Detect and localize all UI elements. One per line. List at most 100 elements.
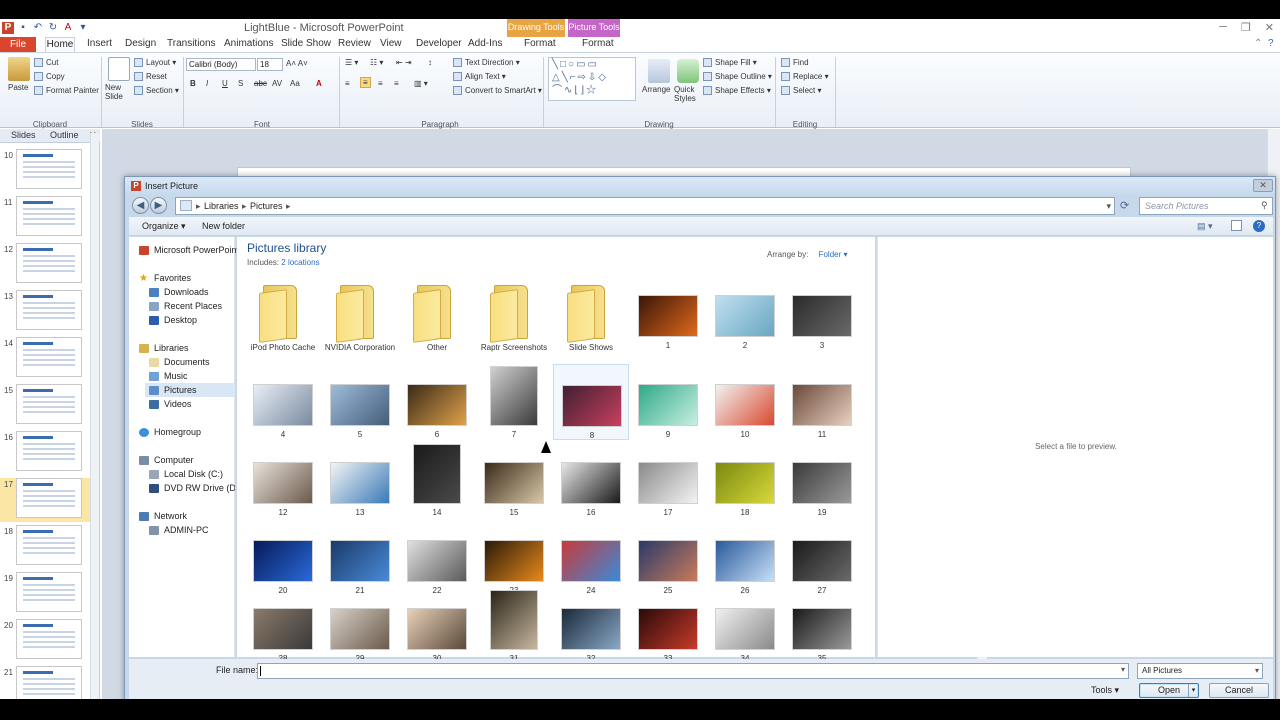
maximize-icon[interactable]: ❐: [1241, 21, 1251, 34]
picture-item[interactable]: 15: [476, 442, 552, 518]
cancel-button[interactable]: Cancel: [1209, 683, 1269, 698]
find-button[interactable]: Find: [781, 58, 809, 68]
tab-insert[interactable]: Insert: [87, 38, 112, 49]
text-direction-button[interactable]: Text Direction ▾: [453, 58, 520, 68]
picture-item[interactable]: 33: [630, 588, 706, 664]
numbering-button[interactable]: ☷ ▾: [370, 58, 383, 67]
save-icon[interactable]: ▪: [17, 22, 29, 34]
nav-local-disk[interactable]: Local Disk (C:): [149, 469, 223, 480]
slide-thumbnail[interactable]: 19: [0, 572, 92, 616]
picture-item[interactable]: 26: [707, 520, 783, 596]
bullets-button[interactable]: ☰ ▾: [345, 58, 358, 67]
quick-styles-icon[interactable]: [677, 59, 699, 83]
breadcrumb-pictures[interactable]: Pictures: [250, 201, 283, 211]
breadcrumb-libraries[interactable]: Libraries: [204, 201, 239, 211]
tab-slide-show[interactable]: Slide Show: [281, 38, 331, 49]
picture-item[interactable]: 22: [399, 520, 475, 596]
cut-button[interactable]: Cut: [34, 58, 58, 68]
nav-homegroup[interactable]: Homegroup: [139, 427, 201, 438]
reset-button[interactable]: Reset: [134, 72, 167, 82]
picture-item[interactable]: 23: [476, 520, 552, 596]
undo-icon[interactable]: ↶: [32, 22, 44, 34]
slide-thumbnail[interactable]: 12: [0, 243, 92, 287]
nav-dvd-drive[interactable]: DVD RW Drive (D:) C: [149, 483, 235, 494]
help-icon[interactable]: ?: [1253, 220, 1265, 232]
nav-computer[interactable]: Computer: [139, 455, 194, 466]
layout-button[interactable]: Layout ▾: [134, 58, 176, 68]
slide-thumbnail[interactable]: 15: [0, 384, 92, 428]
nav-desktop[interactable]: Desktop: [149, 315, 197, 326]
folder-item[interactable]: Slide Shows: [553, 275, 629, 352]
align-right-button[interactable]: ≡: [378, 79, 383, 88]
picture-item[interactable]: 11: [784, 364, 860, 440]
tab-slides[interactable]: Slides: [11, 130, 36, 140]
shadow-button[interactable]: S: [238, 79, 243, 88]
collapse-ribbon-icon[interactable]: ⌃: [1254, 38, 1262, 49]
tools-button[interactable]: Tools ▾: [1091, 685, 1119, 696]
folder-item[interactable]: Raptr Screenshots: [476, 275, 552, 352]
indent-buttons[interactable]: ⇤ ⇥: [396, 58, 412, 67]
line-spacing-button[interactable]: ↕: [428, 58, 432, 67]
search-input[interactable]: Search Pictures: [1139, 197, 1273, 215]
address-dropdown-icon[interactable]: ▾: [1106, 201, 1111, 212]
file-name-dropdown-icon[interactable]: ▾: [1121, 665, 1125, 674]
italic-button[interactable]: I: [206, 79, 208, 88]
paste-button[interactable]: Paste: [8, 83, 28, 92]
picture-item[interactable]: 32: [553, 588, 629, 664]
tab-view[interactable]: View: [380, 38, 402, 49]
copy-button[interactable]: Copy: [34, 72, 65, 82]
picture-item[interactable]: 6: [399, 364, 475, 440]
section-button[interactable]: Section ▾: [134, 86, 179, 96]
file-name-input[interactable]: ▾: [257, 663, 1129, 679]
slides-pane-scrollbar[interactable]: [90, 133, 99, 717]
quick-styles-button[interactable]: Quick Styles: [674, 85, 702, 103]
open-button[interactable]: Open ▾: [1139, 683, 1199, 698]
font-color-icon[interactable]: A: [62, 22, 74, 34]
picture-item[interactable]: 20: [245, 520, 321, 596]
picture-item[interactable]: 5: [322, 364, 398, 440]
tab-format-picture[interactable]: Format: [582, 38, 614, 49]
nav-downloads[interactable]: Downloads: [149, 287, 209, 298]
powerpoint-logo-icon[interactable]: P: [2, 22, 14, 34]
tab-design[interactable]: Design: [125, 38, 156, 49]
tab-transitions[interactable]: Transitions: [167, 38, 216, 49]
picture-item[interactable]: 9: [630, 364, 706, 440]
open-dropdown-icon[interactable]: ▾: [1188, 684, 1198, 697]
strikethrough-button[interactable]: abc: [254, 79, 267, 88]
change-case-button[interactable]: Aa: [290, 79, 300, 88]
slide-thumbnail[interactable]: 20: [0, 619, 92, 663]
picture-item[interactable]: 7: [476, 364, 552, 440]
underline-button[interactable]: U: [222, 79, 228, 88]
picture-item[interactable]: 10: [707, 364, 783, 440]
picture-item[interactable]: 28: [245, 588, 321, 664]
slide-thumbnail[interactable]: 14: [0, 337, 92, 381]
picture-item[interactable]: 35: [784, 588, 860, 664]
picture-item[interactable]: 4: [245, 364, 321, 440]
picture-item[interactable]: 21: [322, 520, 398, 596]
new-slide-button[interactable]: New Slide: [105, 83, 131, 101]
shape-effects-button[interactable]: Shape Effects ▾: [703, 86, 771, 96]
nav-microsoft-powerpoint[interactable]: Microsoft PowerPoint: [139, 245, 239, 256]
picture-item[interactable]: 2: [707, 275, 783, 351]
char-spacing-button[interactable]: AV: [272, 79, 282, 88]
arrange-button[interactable]: Arrange: [642, 85, 670, 94]
tab-developer[interactable]: Developer: [416, 38, 462, 49]
picture-item[interactable]: 34: [707, 588, 783, 664]
picture-item[interactable]: 13: [322, 442, 398, 518]
font-color-button[interactable]: A: [316, 79, 322, 88]
folder-item[interactable]: NVIDIA Corporation: [322, 275, 398, 352]
shape-outline-button[interactable]: Shape Outline ▾: [703, 72, 772, 82]
arrange-icon[interactable]: [648, 59, 670, 83]
tab-add-ins[interactable]: Add-Ins: [468, 38, 502, 49]
picture-item[interactable]: 30: [399, 588, 475, 664]
shape-fill-button[interactable]: Shape Fill ▾: [703, 58, 757, 68]
nav-libraries[interactable]: Libraries: [139, 343, 189, 354]
nav-network[interactable]: Network: [139, 511, 187, 522]
tab-animations[interactable]: Animations: [224, 38, 273, 49]
font-name-combo[interactable]: Calibri (Body): [186, 58, 256, 71]
picture-item[interactable]: 3: [784, 275, 860, 351]
picture-item[interactable]: 24: [553, 520, 629, 596]
organize-button[interactable]: Organize ▾: [142, 221, 186, 232]
close-icon[interactable]: ✕: [1253, 179, 1273, 192]
minimize-icon[interactable]: ─: [1219, 21, 1227, 34]
